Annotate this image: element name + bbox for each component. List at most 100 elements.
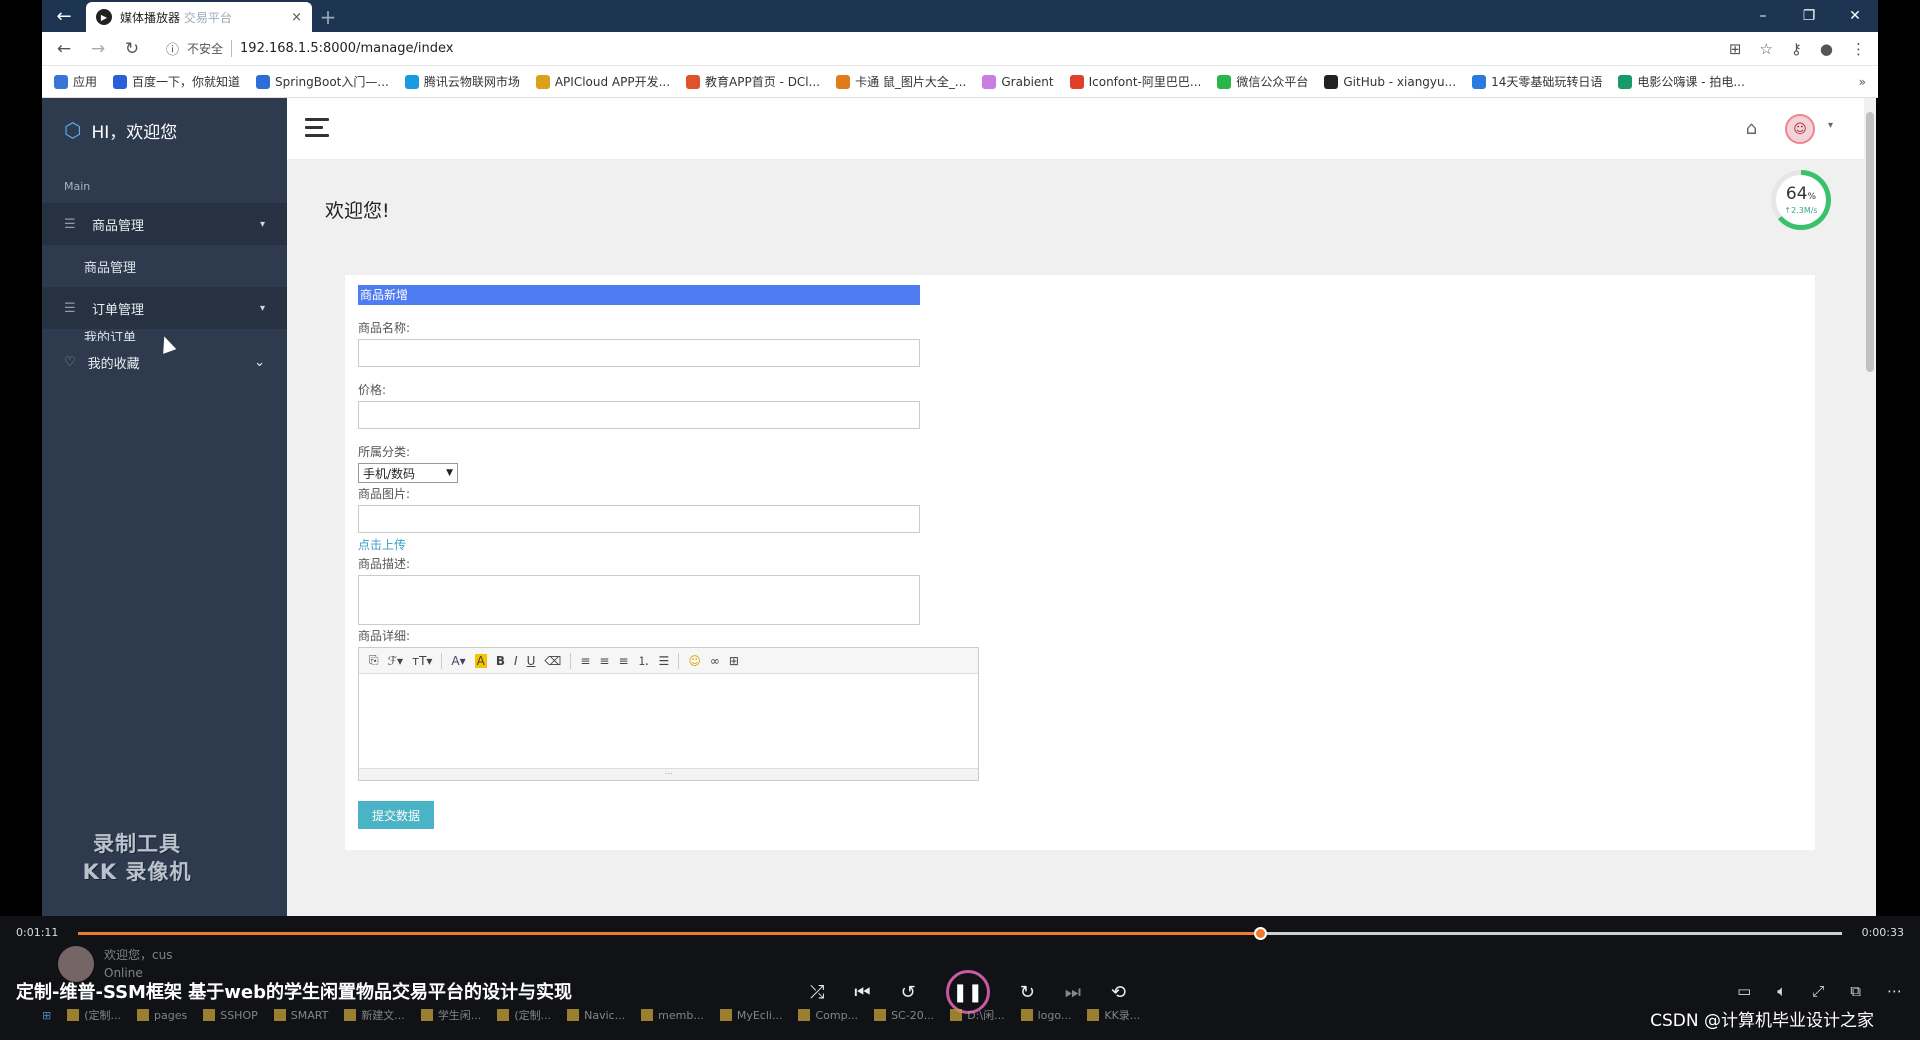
taskbar-item[interactable]: pages — [137, 1009, 187, 1022]
submit-button[interactable]: 提交数据 — [358, 801, 434, 829]
restore-icon[interactable]: ❐ — [1786, 8, 1832, 24]
scrollbar-thumb[interactable] — [1866, 112, 1874, 372]
seek-knob[interactable] — [1253, 927, 1267, 940]
price-input[interactable] — [358, 401, 920, 429]
bookmark-item[interactable]: 微信公众平台 — [1217, 73, 1308, 90]
reload-icon[interactable]: ↻ — [122, 39, 142, 59]
window-back-icon[interactable]: ← — [42, 0, 86, 32]
bold-icon[interactable]: B — [496, 654, 505, 668]
sidebar-item-orders[interactable]: ☰ 订单管理 ▾ — [42, 287, 287, 329]
editor-body[interactable] — [359, 674, 978, 768]
seek-bar[interactable] — [78, 927, 1842, 940]
ordered-list-icon[interactable]: ⒈ — [638, 652, 650, 669]
bookmark-item[interactable]: 卡通 鼠_图片大全_... — [836, 73, 966, 90]
forward-30-icon[interactable]: ↻ — [1020, 982, 1035, 1003]
key-icon[interactable]: ⚷ — [1791, 40, 1802, 58]
goods-name-input[interactable] — [358, 339, 920, 367]
bookmark-item[interactable]: Grabient — [982, 74, 1054, 89]
rich-text-editor[interactable]: ⎘ ℱ▾ ᴛT▾ A▾ A B I U ⌫ ≡ ≡ ≡ ⒈ ☰ ☺ ∞ ⊞ ⋯ — [358, 647, 979, 781]
image-input[interactable] — [358, 505, 920, 533]
taskbar-label: (定制... — [514, 1009, 552, 1022]
table-icon[interactable]: ⊞ — [729, 654, 739, 668]
taskbar-item[interactable]: KK录... — [1087, 1007, 1140, 1023]
url-input[interactable]: ⓘ 不安全 192.168.1.5:8000/manage/index — [156, 36, 1715, 62]
back-icon[interactable]: ← — [54, 39, 74, 59]
minimize-icon[interactable]: – — [1740, 8, 1786, 24]
taskbar-item[interactable]: 新建文... — [344, 1007, 405, 1023]
taskbar-item[interactable]: logo... — [1020, 1009, 1071, 1022]
media-player-icon: ▶ — [96, 9, 112, 25]
more-icon[interactable]: ⋯ — [1887, 982, 1902, 1000]
previous-icon[interactable]: ⏮ — [854, 982, 870, 1003]
new-tab-button[interactable]: + — [312, 2, 344, 32]
translate-icon[interactable]: ⊞ — [1729, 40, 1742, 58]
repeat-off-icon[interactable]: ⟲ — [1111, 982, 1126, 1003]
taskbar-item[interactable]: memb... — [641, 1009, 704, 1022]
volume-icon[interactable]: 🔈︎ — [1777, 982, 1786, 1000]
windows-start-icon[interactable]: ⊞ — [42, 1009, 51, 1022]
subtitles-icon[interactable]: ▭ — [1737, 982, 1751, 1000]
description-textarea[interactable] — [358, 575, 920, 625]
taskbar-item[interactable]: D:\闲... — [950, 1007, 1005, 1023]
profile-icon[interactable]: ● — [1820, 40, 1833, 58]
taskbar-item[interactable]: Comp... — [798, 1009, 858, 1022]
close-window-icon[interactable]: ✕ — [1832, 8, 1878, 24]
bookmark-item[interactable]: 教育APP首页 - DCl... — [686, 73, 820, 90]
next-icon[interactable]: ⏭ — [1065, 982, 1081, 1003]
name-label: 商品名称: — [358, 321, 411, 335]
taskbar-item[interactable]: 学生闲... — [420, 1007, 481, 1023]
bookmark-item[interactable]: 应用 — [54, 73, 97, 90]
taskbar-item[interactable]: Navic... — [567, 1009, 625, 1022]
align-center-icon[interactable]: ≡ — [599, 654, 609, 668]
bookmark-item[interactable]: APICloud APP开发... — [535, 73, 670, 90]
align-left-icon[interactable]: ≡ — [580, 654, 590, 668]
brand-text: HI，欢迎您 — [91, 122, 178, 143]
bookmark-item[interactable]: GitHub - xiangyu... — [1324, 74, 1456, 89]
link-icon[interactable]: ∞ — [710, 654, 720, 668]
shuffle-icon[interactable]: ⤮ — [810, 982, 824, 1003]
taskbar-item[interactable]: (定制... — [497, 1007, 551, 1023]
font-family-icon[interactable]: ℱ▾ — [388, 654, 403, 668]
bookmark-item[interactable]: 电影公嗨课 - 拍电... — [1618, 73, 1745, 90]
mini-player-icon[interactable]: ⧉ — [1850, 982, 1861, 1000]
bookmarks-more-icon[interactable]: » — [1859, 75, 1866, 89]
bookmark-item[interactable]: 腾讯云物联网市场 — [404, 73, 520, 90]
browser-tab[interactable]: ▶ 媒体播放器 交易平台 × — [86, 2, 312, 32]
editor-resize-handle[interactable]: ⋯ — [359, 768, 978, 780]
unordered-list-icon[interactable]: ☰ — [659, 654, 670, 668]
bookmark-item[interactable]: SpringBoot入门—... — [256, 73, 389, 90]
highlight-icon[interactable]: A — [474, 653, 487, 668]
bookmark-star-icon[interactable]: ☆ — [1759, 40, 1772, 58]
taskbar-item[interactable]: SC-20... — [874, 1009, 934, 1022]
taskbar-item[interactable]: SSHOP — [203, 1009, 258, 1022]
rewind-10-icon[interactable]: ↺ — [901, 982, 916, 1003]
bookmark-item[interactable]: 14天零基础玩转日语 — [1472, 73, 1602, 90]
hamburger-icon[interactable] — [305, 118, 329, 142]
category-select[interactable]: 手机/数码 ▼ — [358, 463, 458, 483]
forward-icon[interactable]: → — [88, 39, 108, 59]
sidebar-item-goods[interactable]: ☰ 商品管理 ▾ — [42, 203, 287, 245]
source-icon[interactable]: ⎘ — [369, 653, 379, 668]
taskbar-item[interactable]: (定制... — [67, 1007, 121, 1023]
font-color-icon[interactable]: A▾ — [451, 654, 465, 668]
app-icon — [203, 1009, 216, 1021]
taskbar-item[interactable]: SMART — [273, 1009, 328, 1022]
bookmark-item[interactable]: Iconfont-阿里巴巴... — [1069, 73, 1201, 90]
taskbar-item[interactable]: MyEcli... — [719, 1009, 782, 1022]
avatar[interactable]: ☺ — [1785, 114, 1815, 144]
font-size-icon[interactable]: ᴛT▾ — [412, 654, 432, 668]
align-right-icon[interactable]: ≡ — [618, 654, 628, 668]
emoji-icon[interactable]: ☺ — [688, 654, 701, 668]
home-icon[interactable]: ⌂ — [1746, 118, 1757, 139]
underline-icon[interactable]: U — [527, 654, 536, 668]
chevron-down-icon[interactable]: ▾ — [1828, 120, 1833, 131]
bookmark-item[interactable]: 百度一下，你就知道 — [113, 73, 240, 90]
fullscreen-icon[interactable]: ⤢ — [1812, 982, 1824, 1000]
tab-close-icon[interactable]: × — [291, 10, 302, 25]
sidebar-subitem-goods[interactable]: 商品管理 — [42, 245, 287, 287]
eraser-icon[interactable]: ⌫ — [544, 654, 561, 668]
upload-link[interactable]: 点击上传 — [358, 536, 958, 553]
italic-icon[interactable]: I — [514, 654, 518, 668]
vertical-scrollbar[interactable] — [1864, 98, 1876, 916]
menu-dots-icon[interactable]: ⋮ — [1851, 40, 1866, 58]
